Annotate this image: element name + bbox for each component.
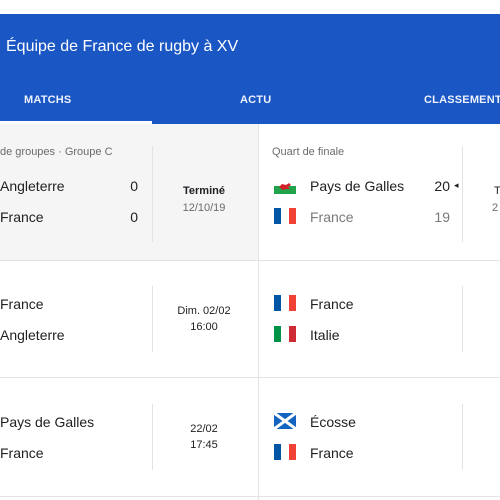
match-stage: de groupes · Groupe C bbox=[0, 146, 113, 158]
wales-flag-icon bbox=[274, 178, 296, 194]
france-flag-icon bbox=[274, 295, 296, 311]
tab-classements[interactable]: CLASSEMENTS bbox=[424, 94, 500, 106]
divider bbox=[462, 286, 463, 352]
winner-marker-icon: ◂ bbox=[454, 180, 459, 190]
home-score: 0 bbox=[130, 178, 138, 194]
away-team-name: France bbox=[0, 209, 44, 225]
app-header: Équipe de France de rugby à XV MATCHS AC… bbox=[0, 14, 500, 124]
home-team-name: Pays de Galles bbox=[310, 178, 405, 194]
france-flag-icon bbox=[274, 208, 296, 224]
match-date: 22/02 bbox=[190, 423, 218, 435]
page-title: Équipe de France de rugby à XV bbox=[6, 38, 239, 55]
divider bbox=[462, 146, 463, 242]
tab-actu[interactable]: ACTU bbox=[240, 94, 271, 106]
away-team-name: Angleterre bbox=[0, 327, 65, 343]
divider bbox=[152, 404, 153, 470]
home-team-name: France bbox=[310, 296, 354, 312]
match-date: Dim. 02/02 bbox=[177, 305, 231, 317]
row-divider bbox=[0, 496, 500, 497]
home-team-name: Écosse bbox=[310, 414, 356, 430]
away-team-name: France bbox=[0, 445, 44, 461]
away-score: 19 bbox=[434, 209, 450, 225]
match-date: 2 bbox=[492, 202, 499, 214]
away-team-name: France bbox=[310, 445, 354, 461]
match-status: Terminé bbox=[183, 185, 225, 197]
away-team-name: Italie bbox=[310, 327, 340, 343]
match-status: T bbox=[494, 185, 500, 197]
row-divider bbox=[0, 377, 500, 378]
home-team-name: Pays de Galles bbox=[0, 414, 95, 430]
divider bbox=[152, 146, 153, 242]
scotland-flag-icon bbox=[274, 413, 296, 429]
divider bbox=[462, 404, 463, 470]
match-time: 17:45 bbox=[190, 439, 218, 451]
home-team-name: France bbox=[0, 296, 44, 312]
row-divider bbox=[0, 260, 500, 261]
tab-matchs[interactable]: MATCHS bbox=[24, 94, 71, 106]
italy-flag-icon bbox=[274, 326, 296, 342]
match-stage: Quart de finale bbox=[272, 146, 345, 158]
home-score: 20 bbox=[434, 178, 450, 194]
away-score: 0 bbox=[130, 209, 138, 225]
france-flag-icon bbox=[274, 444, 296, 460]
away-team-name: France bbox=[310, 209, 354, 225]
match-date: 12/10/19 bbox=[182, 202, 226, 214]
matches-list: de groupes · Groupe C Angleterre France … bbox=[0, 124, 500, 500]
column-divider bbox=[258, 124, 259, 500]
match-time: 16:00 bbox=[190, 321, 218, 333]
divider bbox=[152, 286, 153, 352]
home-team-name: Angleterre bbox=[0, 178, 65, 194]
tab-bar: MATCHS ACTU CLASSEMENTS bbox=[0, 80, 500, 124]
